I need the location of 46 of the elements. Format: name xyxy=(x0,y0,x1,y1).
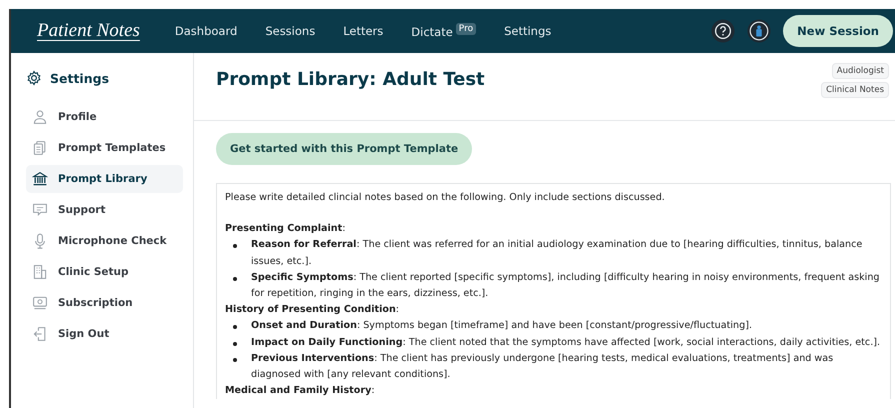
start-template-button[interactable]: Get started with this Prompt Template xyxy=(216,133,472,165)
section-heading: Medical and Family History: xyxy=(225,384,376,398)
bullet-dot xyxy=(233,244,237,248)
nav-link[interactable]: Dashboard xyxy=(174,24,238,38)
nav-link[interactable]: Dictate $^{Pro}$ xyxy=(411,24,476,38)
bullet-text: Specific Symptoms: The client reported [specific symptoms], including [difficulty hearing in noisy environments, frequent asking for repetition, ringing in the ears, dizziness, etc.]. xyxy=(251,270,880,302)
bullet-dot xyxy=(233,276,237,281)
nav-link[interactable]: Sessions xyxy=(265,24,316,38)
bullet-text: Previous Interventions: The client has previously undergone [hearing tests, medical evaluations, treatments] and was diagnosed with [any relevant conditions]. xyxy=(251,352,834,382)
sidebar-item[interactable]: Prompt Templates xyxy=(26,134,183,162)
bullet-dot xyxy=(233,342,237,346)
section-heading: History of Presenting Condition: xyxy=(225,303,400,318)
sidebar-item[interactable]: Prompt Library xyxy=(26,165,183,193)
nav-link[interactable]: Letters xyxy=(343,24,384,38)
section-heading: Presenting Complaint: xyxy=(225,222,346,236)
settings-icon xyxy=(26,70,42,86)
sidebar-heading: Settings xyxy=(50,70,110,86)
chat-icon xyxy=(32,202,48,218)
documents-icon xyxy=(32,140,48,156)
card-icon xyxy=(32,295,48,311)
tag: Clinical Notes xyxy=(821,82,889,98)
nav-link[interactable]: Settings xyxy=(504,24,552,38)
bullet-dot xyxy=(233,325,237,330)
avatar-icon[interactable] xyxy=(747,19,772,43)
new-session-button[interactable]: New Session xyxy=(783,15,893,47)
person-icon xyxy=(32,109,48,125)
sidebar-item[interactable]: Clinic Setup xyxy=(26,258,183,286)
pro-badge: Pro xyxy=(456,22,476,35)
bullet-text: Impact on Daily Functioning: The client noted that the symptoms have affected [work, social interactions, daily activities, etc.]. xyxy=(251,336,880,350)
bullet-text: Reason for Referral: The client was referred for an initial audiology examination due to [hearing difficulties, tinnitus, balance issues, etc.]. xyxy=(251,238,864,269)
page-title: Prompt Library: Adult Test xyxy=(216,69,485,92)
sidebar-item[interactable]: Support xyxy=(26,196,183,224)
bullet-text: Onset and Duration: Symptoms began [timeframe] and have been [constant/progressive/fluctuating]. xyxy=(251,319,752,334)
building-icon xyxy=(32,264,48,280)
microphone-icon xyxy=(32,233,48,249)
sidebar-item[interactable]: Profile xyxy=(26,103,183,131)
tag: Audiologist xyxy=(832,63,889,79)
sign-out-icon xyxy=(32,326,48,342)
prompt-paragraph: Please write detailed clincial notes based on the following. Only include sections discussed. xyxy=(225,191,666,205)
bullet-dot xyxy=(233,358,237,362)
sidebar-item[interactable]: Microphone Check xyxy=(26,227,183,255)
sidebar-item[interactable]: Sign Out xyxy=(26,320,183,348)
bank-icon xyxy=(32,171,48,187)
app-logo[interactable]: Patient Notes xyxy=(37,20,140,42)
sidebar-item[interactable]: Subscription xyxy=(26,289,183,317)
help-icon[interactable] xyxy=(711,19,736,43)
